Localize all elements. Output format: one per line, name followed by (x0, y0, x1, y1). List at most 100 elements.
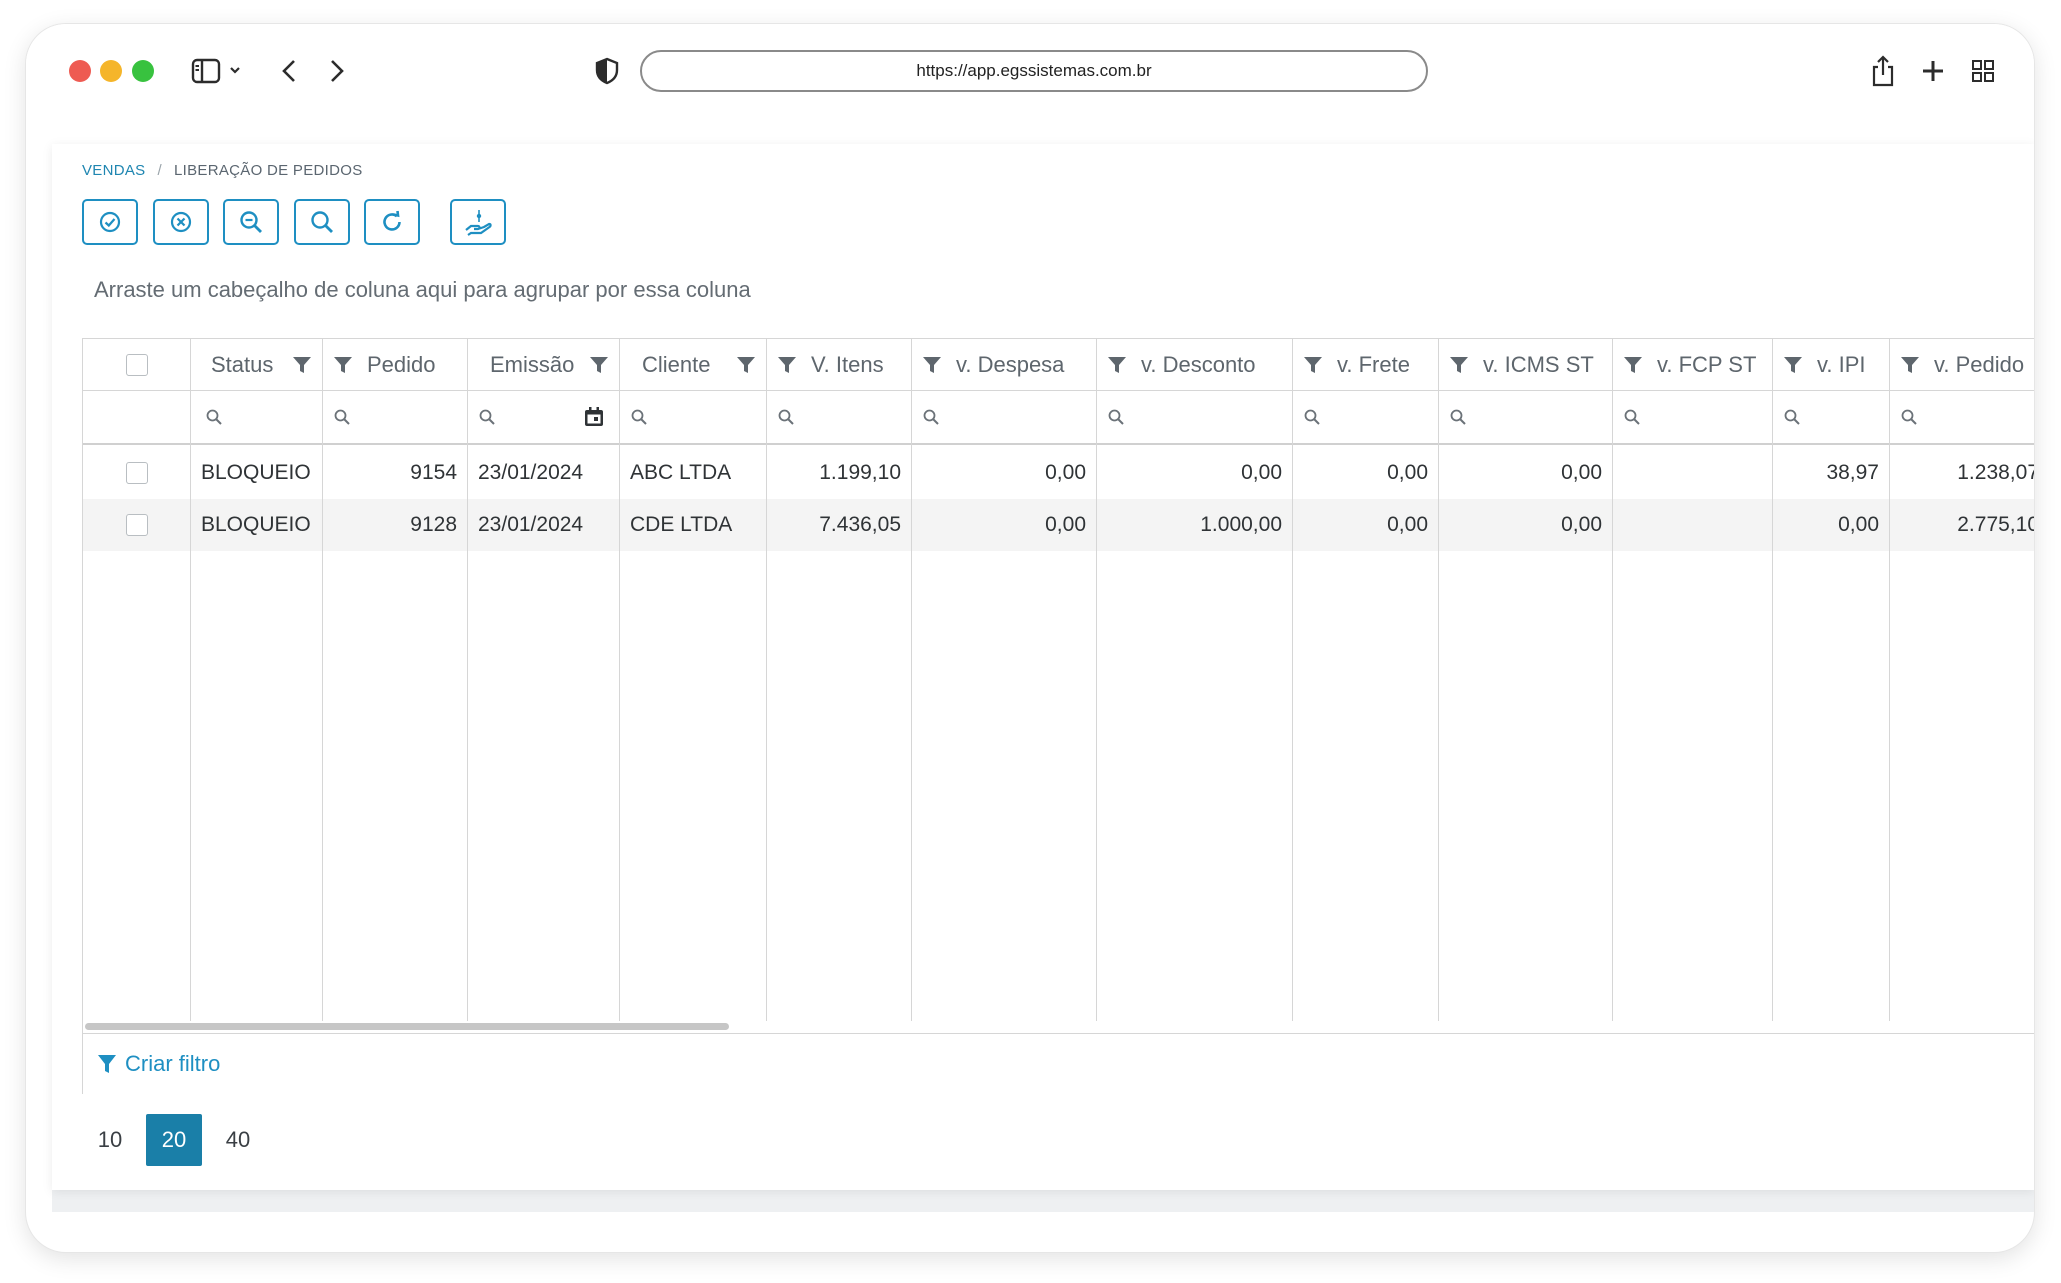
filter-cell-v-fcp-st[interactable] (1613, 391, 1772, 445)
column-header-emissao[interactable]: Emissão (468, 339, 619, 391)
forward-button[interactable] (322, 54, 352, 88)
row-checkbox[interactable] (125, 462, 148, 484)
column-v-desconto: v. Desconto 0,00 1.000,00 (1097, 339, 1293, 1021)
tab-overview-button[interactable] (1968, 54, 1998, 88)
close-window-button[interactable] (69, 60, 91, 82)
column-header-label: v. IPI (1817, 351, 1866, 377)
funnel-icon (334, 356, 352, 373)
minimize-window-button[interactable] (100, 60, 122, 82)
filter-cell-v-desconto[interactable] (1097, 391, 1292, 445)
column-v-itens: V. Itens 1.199,10 7.436,05 (767, 339, 912, 1021)
select-all-header (83, 339, 190, 391)
search-button[interactable] (294, 199, 350, 245)
table-cell: 7.436,05 (819, 513, 901, 536)
filter-cell-status[interactable] (191, 391, 322, 445)
browser-window: https://app.egssistemas.com.br VENDAS / LI… (26, 24, 2034, 1252)
share-button[interactable] (1868, 54, 1898, 88)
column-header-cliente[interactable]: Cliente (620, 339, 766, 391)
funnel-icon (98, 1055, 116, 1073)
funnel-icon (1784, 356, 1802, 373)
table-cell (1613, 447, 1772, 499)
reject-button[interactable] (153, 199, 209, 245)
back-button[interactable] (274, 54, 304, 88)
sidebar-toggle-button[interactable] (188, 54, 248, 88)
search-icon (1784, 409, 1800, 425)
maximize-window-button[interactable] (132, 60, 154, 82)
column-header-v-despesa[interactable]: v. Despesa (912, 339, 1096, 391)
filter-cell-v-frete[interactable] (1293, 391, 1438, 445)
url-text: https://app.egssistemas.com.br (916, 61, 1152, 80)
breadcrumb-vendas[interactable]: VENDAS (82, 162, 146, 179)
privacy-shield-button[interactable] (592, 54, 622, 88)
row-checkbox[interactable] (125, 514, 148, 536)
filter-cell-v-itens[interactable] (767, 391, 911, 445)
funnel-icon (293, 356, 311, 373)
table-cell: 23/01/2024 (478, 513, 584, 536)
column-pedido: Pedido 9154 9128 (323, 339, 468, 1021)
filter-cell-v-pedido[interactable] (1890, 391, 2034, 445)
page-size-40[interactable]: 40 (210, 1114, 266, 1166)
table-cell: BLOQUEIO (201, 461, 311, 484)
column-header-label: v. Frete (1337, 351, 1410, 377)
payment-button[interactable] (450, 199, 506, 245)
search-icon (1450, 409, 1466, 425)
page-size-10[interactable]: 10 (82, 1114, 138, 1166)
column-header-v-desconto[interactable]: v. Desconto (1097, 339, 1292, 391)
x-circle-icon (170, 211, 192, 233)
table-cell: ABC LTDA (630, 461, 732, 484)
table-cell: 0,00 (1241, 461, 1282, 484)
column-header-v-icms-st[interactable]: v. ICMS ST (1439, 339, 1612, 391)
filter-cell-emissao[interactable] (468, 391, 619, 445)
search-icon (923, 409, 939, 425)
column-header-v-frete[interactable]: v. Frete (1293, 339, 1438, 391)
funnel-icon (1304, 356, 1322, 373)
search-icon (1304, 409, 1320, 425)
column-header-label: v. FCP ST (1657, 351, 1757, 377)
page-size-20[interactable]: 20 (146, 1114, 202, 1166)
column-header-v-ipi[interactable]: v. IPI (1773, 339, 1889, 391)
grid-footer-divider (83, 1033, 2034, 1034)
group-panel-hint: Arraste um cabeçalho de coluna aqui para… (94, 277, 751, 302)
filter-cell-pedido[interactable] (323, 391, 467, 445)
table-cell: 1.238,07 (1957, 461, 2034, 484)
create-filter-label: Criar filtro (125, 1051, 221, 1076)
select-all-checkbox[interactable] (125, 353, 148, 376)
page-size-selector: 10 20 40 (82, 1114, 274, 1166)
table-cell: 0,00 (1561, 461, 1602, 484)
column-header-label: Cliente (642, 351, 711, 377)
horizontal-scrollbar[interactable] (85, 1023, 729, 1030)
new-tab-button[interactable] (1918, 54, 1948, 88)
table-cell: 2.775,10 (1957, 513, 2034, 536)
filter-cell-v-despesa[interactable] (912, 391, 1096, 445)
address-bar[interactable]: https://app.egssistemas.com.br (640, 50, 1428, 92)
column-header-pedido[interactable]: Pedido (323, 339, 467, 391)
refresh-icon (383, 210, 401, 231)
breadcrumb-current: LIBERAÇÃO DE PEDIDOS (173, 162, 363, 179)
approve-button[interactable] (82, 199, 138, 245)
column-emissao: Emissão 23/01/2024 23/01/2024 (468, 339, 620, 1021)
column-header-v-pedido[interactable]: v. Pedido (1890, 339, 2034, 391)
column-header-v-fcp-st[interactable]: v. FCP ST (1613, 339, 1772, 391)
filter-cell-v-ipi[interactable] (1773, 391, 1889, 445)
create-filter-button[interactable]: Criar filtro (97, 1051, 220, 1077)
table-cell: 0,00 (1045, 513, 1086, 536)
column-header-status[interactable]: Status (191, 339, 322, 391)
check-circle-icon (99, 211, 121, 233)
funnel-icon (1450, 356, 1468, 373)
table-cell: 9154 (410, 461, 457, 484)
table-cell: 0,00 (1561, 513, 1602, 536)
clear-search-button[interactable] (223, 199, 279, 245)
filter-cell-select (83, 391, 190, 445)
sidebar-icon (191, 58, 240, 84)
share-icon (1872, 55, 1894, 87)
main-panel: VENDAS / LIBERAÇÃO DE PEDIDOS Arraste um… (52, 144, 2034, 1190)
funnel-icon (590, 356, 608, 373)
column-v-icms-st: v. ICMS ST 0,00 0,00 (1439, 339, 1613, 1021)
page-content: VENDAS / LIBERAÇÃO DE PEDIDOS Arraste um… (52, 144, 2034, 1212)
filter-cell-v-icms-st[interactable] (1439, 391, 1612, 445)
column-header-label: Status (211, 351, 274, 377)
refresh-button[interactable] (364, 199, 420, 245)
filter-cell-cliente[interactable] (620, 391, 766, 445)
table-cell: 23/01/2024 (478, 461, 584, 484)
column-header-v-itens[interactable]: V. Itens (767, 339, 911, 391)
